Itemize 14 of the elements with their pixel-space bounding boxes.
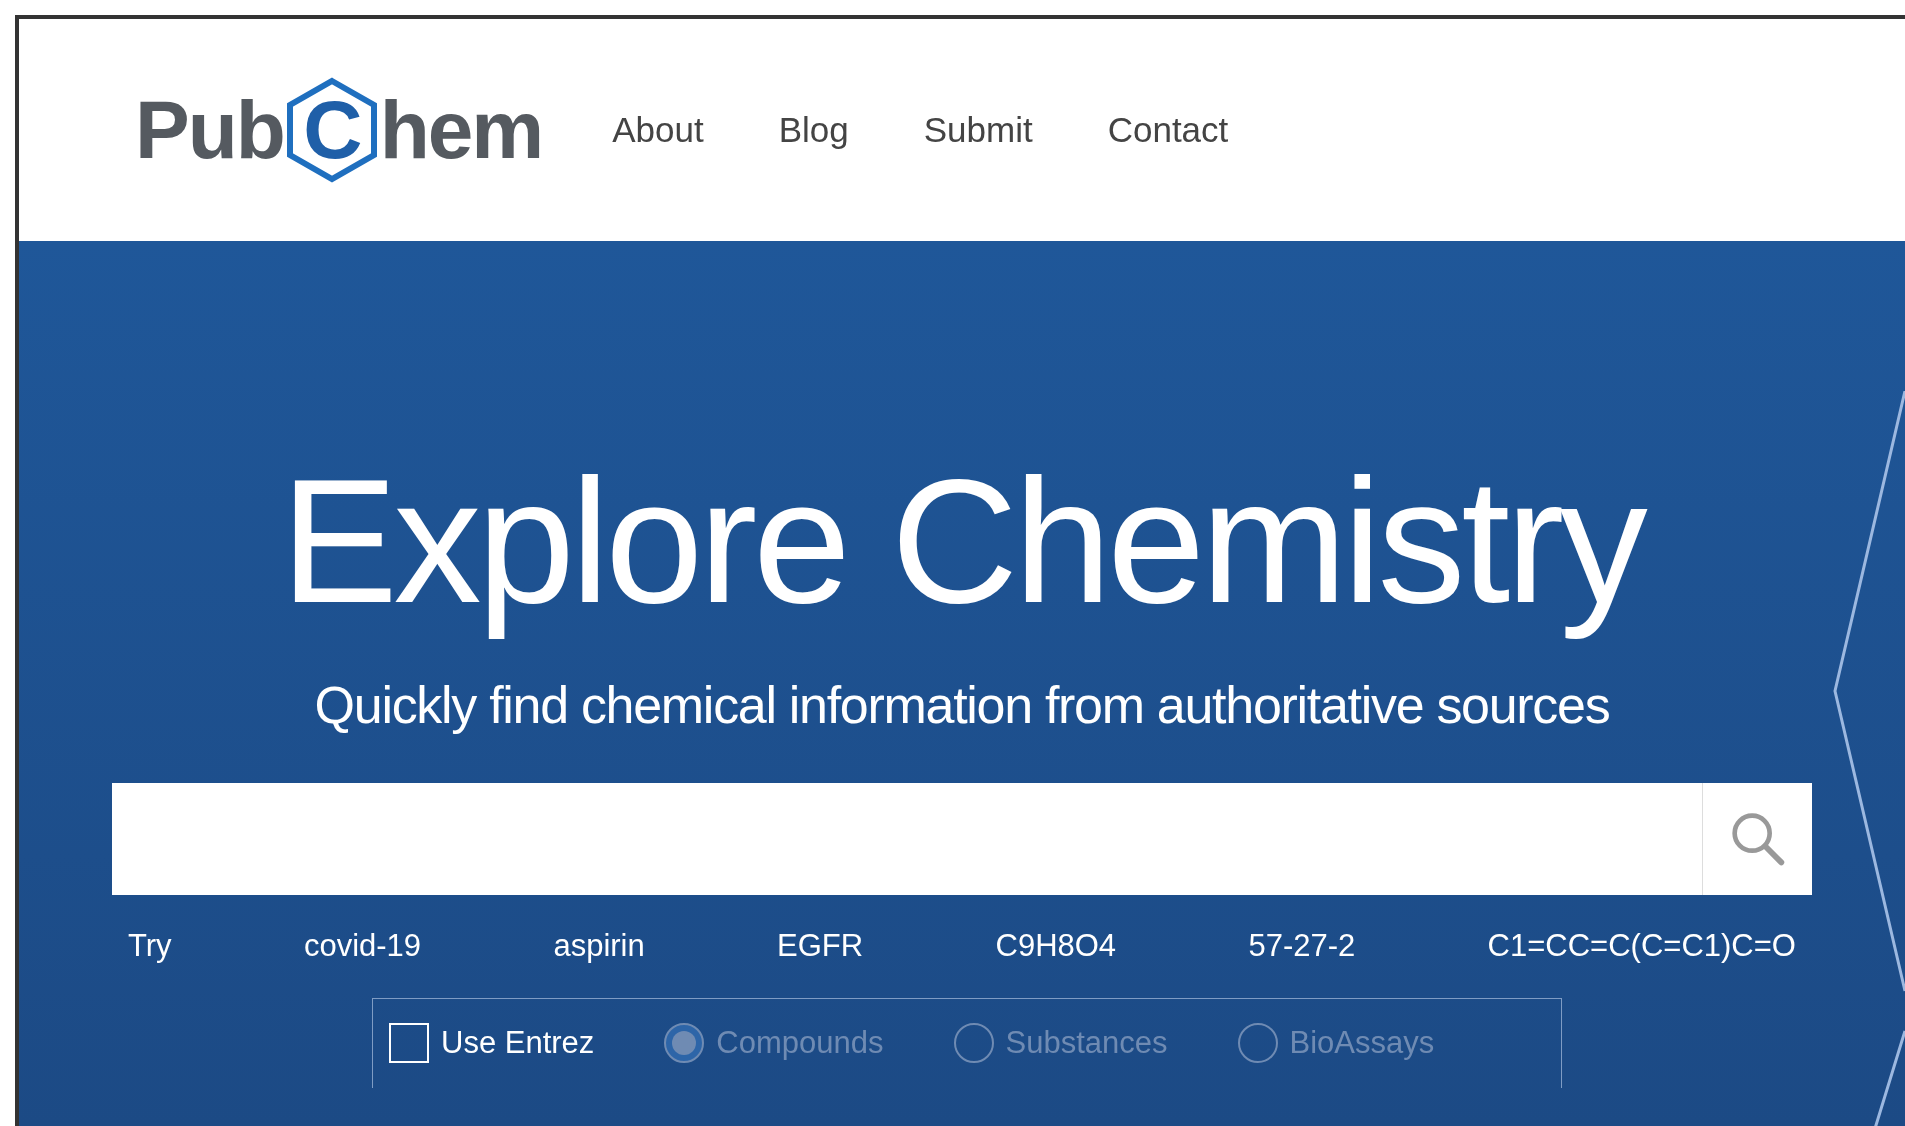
use-entrez-checkbox[interactable]: Use Entrez xyxy=(389,1019,595,1067)
example-link[interactable]: covid-19 xyxy=(303,923,422,970)
example-link[interactable]: C9H8O4 xyxy=(995,923,1117,970)
nav-link[interactable]: About xyxy=(612,103,704,157)
nav-link[interactable]: Blog xyxy=(778,103,849,157)
pubchem-logo[interactable]: Pub C hem xyxy=(135,77,543,183)
try-label: Try xyxy=(128,927,172,965)
nav-link[interactable]: Contact xyxy=(1107,103,1229,157)
example-link[interactable]: aspirin xyxy=(553,923,645,970)
hero-title: Explore Chemistry xyxy=(280,442,1644,641)
nav-link[interactable]: Submit xyxy=(923,103,1033,157)
example-link[interactable]: EGFR xyxy=(777,923,864,970)
example-link[interactable]: 57-27-2 xyxy=(1248,923,1356,970)
example-link[interactable]: C1=CC=C(C=C1)C=O xyxy=(1487,923,1796,970)
